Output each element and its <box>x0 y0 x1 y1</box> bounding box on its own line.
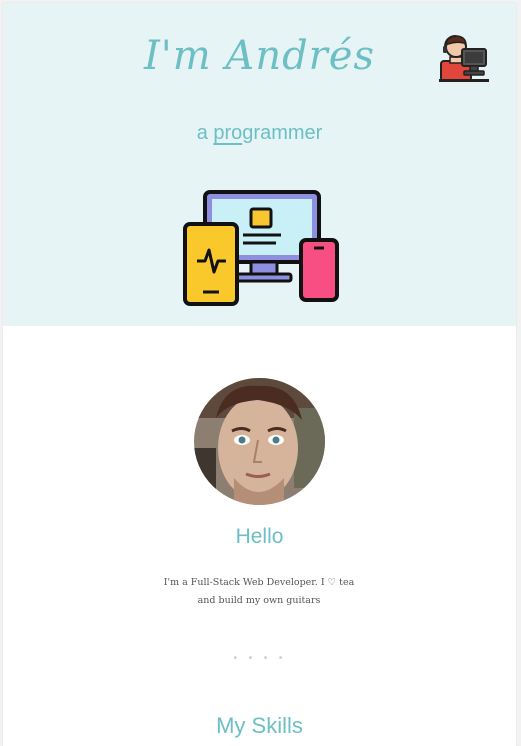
hero-section: I'm Andrés a programmer <box>3 3 516 326</box>
tagline-highlight: pro <box>213 122 243 144</box>
skills-heading: My Skills <box>216 713 303 738</box>
devices-icon <box>183 190 339 306</box>
bio-text: I'm a Full-Stack Web Developer. I ♡ tea … <box>163 577 355 606</box>
tagline: a programmer <box>3 122 516 145</box>
profile-photo <box>194 378 325 505</box>
programmer-avatar-icon <box>439 35 489 82</box>
tagline-prefix: a <box>196 122 214 144</box>
section-divider: • • • • <box>232 653 287 664</box>
page: I'm Andrés a programmer Hello I'm a Full… <box>3 3 516 746</box>
tagline-suffix: grammer <box>242 122 323 144</box>
greeting-heading: Hello <box>235 525 284 548</box>
